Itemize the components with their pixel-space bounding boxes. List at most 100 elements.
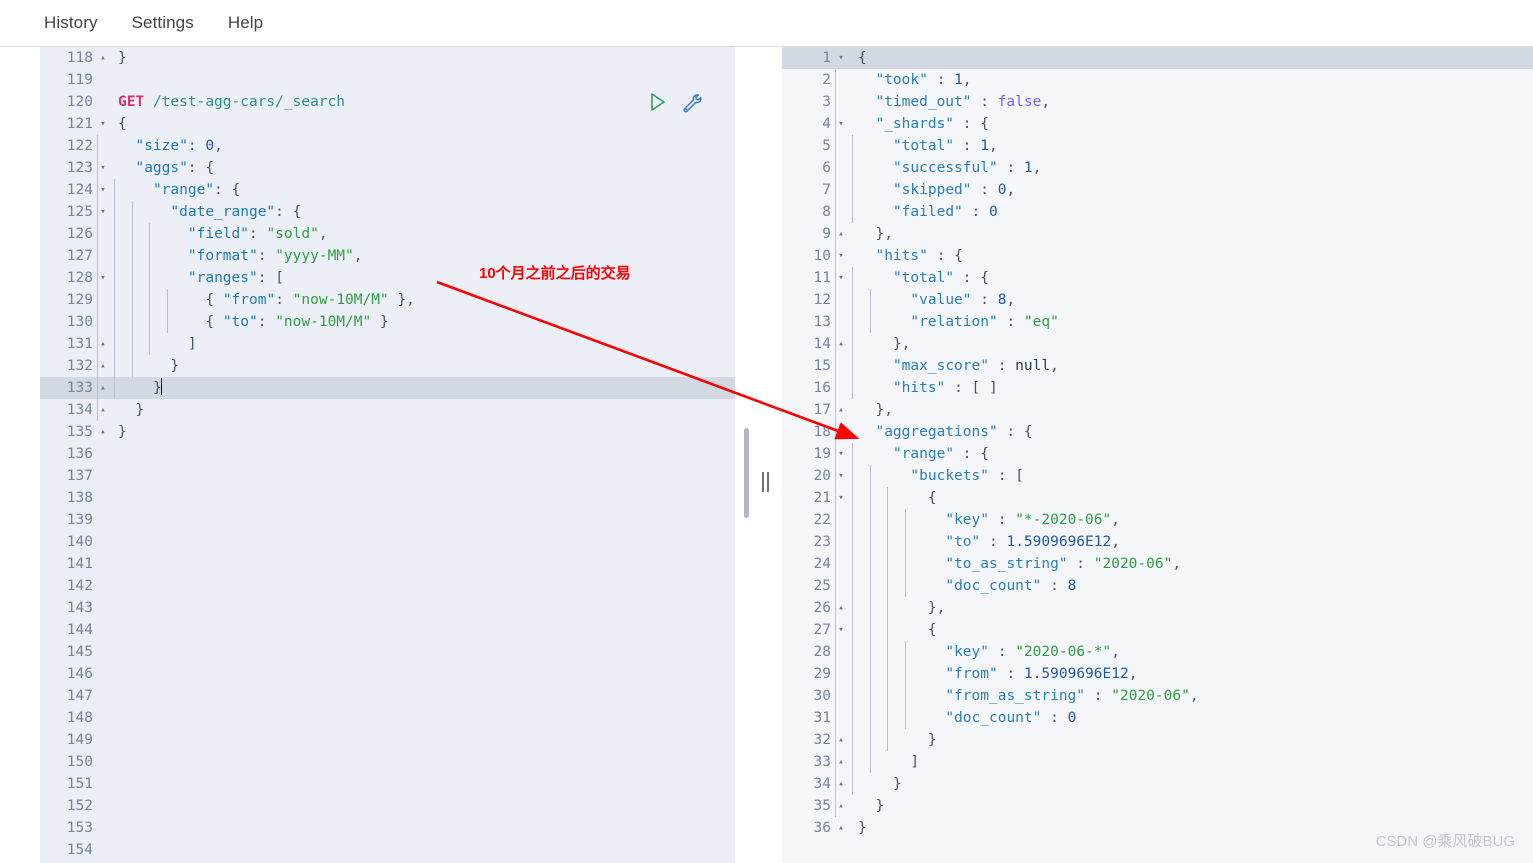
- code-line-text: "value" : 8,: [834, 289, 1533, 311]
- code-line[interactable]: 122 "size": 0,: [40, 135, 735, 157]
- code-line[interactable]: 136: [40, 443, 735, 465]
- code-line[interactable]: 150: [40, 751, 735, 773]
- code-line[interactable]: 120 GET /test-agg-cars/_search: [40, 91, 735, 113]
- code-line[interactable]: 21 ▾ {: [782, 487, 1533, 509]
- line-number: 3: [822, 94, 831, 110]
- code-line[interactable]: 146: [40, 663, 735, 685]
- code-line[interactable]: 145: [40, 641, 735, 663]
- wrench-icon[interactable]: [679, 90, 703, 114]
- code-line[interactable]: 4 ▾ "_shards" : {: [782, 113, 1533, 135]
- code-line[interactable]: 135 ▴}: [40, 421, 735, 443]
- code-line[interactable]: 147: [40, 685, 735, 707]
- code-line[interactable]: 118 ▴}: [40, 47, 735, 69]
- code-line[interactable]: 144: [40, 619, 735, 641]
- request-action-icons: [645, 90, 703, 114]
- code-line[interactable]: 151: [40, 773, 735, 795]
- menu-item-history[interactable]: History: [40, 10, 102, 36]
- code-line[interactable]: 20 ▾ "buckets" : [: [782, 465, 1533, 487]
- code-line[interactable]: 125 ▾ "date_range": {: [40, 201, 735, 223]
- code-line[interactable]: 12 "value" : 8,: [782, 289, 1533, 311]
- code-line[interactable]: 119: [40, 69, 735, 91]
- code-line[interactable]: 5 "total" : 1,: [782, 135, 1533, 157]
- pane-resize-handle[interactable]: [760, 472, 770, 492]
- code-line[interactable]: 10 ▾ "hits" : {: [782, 245, 1533, 267]
- code-line[interactable]: 24 "to_as_string" : "2020-06",: [782, 553, 1533, 575]
- code-line[interactable]: 134 ▴ }: [40, 399, 735, 421]
- code-line[interactable]: 32 ▴ }: [782, 729, 1533, 751]
- line-number: 150: [66, 754, 93, 770]
- code-line[interactable]: 25 "doc_count" : 8: [782, 575, 1533, 597]
- code-line[interactable]: 141: [40, 553, 735, 575]
- code-line[interactable]: 33 ▴ ]: [782, 751, 1533, 773]
- code-line[interactable]: 19 ▾ "range" : {: [782, 443, 1533, 465]
- code-line[interactable]: 35 ▴ }: [782, 795, 1533, 817]
- code-line-text: "hits" : [ ]: [834, 377, 1533, 399]
- code-line[interactable]: 8 "failed" : 0: [782, 201, 1533, 223]
- code-line[interactable]: 7 "skipped" : 0,: [782, 179, 1533, 201]
- code-line[interactable]: 1 ▾ {: [782, 47, 1533, 69]
- line-number: 152: [66, 798, 93, 814]
- request-editor[interactable]: 118 ▴} 119 120 GET /test-agg-cars/_search 121…: [40, 47, 735, 863]
- code-line-text: "ranges": [: [96, 267, 735, 289]
- code-line[interactable]: 15 "max_score" : null,: [782, 355, 1533, 377]
- code-line-text: "total" : {: [834, 267, 1533, 289]
- line-number: 26 ▴: [782, 597, 844, 619]
- code-line[interactable]: 31 "doc_count" : 0: [782, 707, 1533, 729]
- code-line[interactable]: 16 "hits" : [ ]: [782, 377, 1533, 399]
- code-line[interactable]: 148: [40, 707, 735, 729]
- code-line[interactable]: 154: [40, 839, 735, 861]
- code-line[interactable]: 152: [40, 795, 735, 817]
- code-line[interactable]: 28 "key" : "2020-06-*",: [782, 641, 1533, 663]
- code-line[interactable]: 140: [40, 531, 735, 553]
- response-viewer[interactable]: 1 ▾{2 "took" : 1, 3 "timed_out" : false, 4 ▾…: [782, 47, 1533, 863]
- play-icon[interactable]: [645, 90, 669, 114]
- line-number: 9 ▴: [782, 223, 843, 245]
- code-line-text: }: [96, 355, 735, 377]
- code-line[interactable]: 129 { "from": "now-10M/M" },: [40, 289, 735, 311]
- code-line[interactable]: 149: [40, 729, 735, 751]
- code-line[interactable]: 138: [40, 487, 735, 509]
- code-line[interactable]: 131 ▴ ]: [40, 333, 735, 355]
- code-line[interactable]: 3 "timed_out" : false,: [782, 91, 1533, 113]
- code-line[interactable]: 23 "to" : 1.5909696E12,: [782, 531, 1533, 553]
- code-line[interactable]: 124 ▾ "range": {: [40, 179, 735, 201]
- code-line-text: "format": "yyyy-MM",: [96, 245, 735, 267]
- code-line[interactable]: 153: [40, 817, 735, 839]
- code-line[interactable]: 17 ▴ },: [782, 399, 1533, 421]
- code-line-text: }: [96, 399, 735, 421]
- code-line[interactable]: 27 ▾ {: [782, 619, 1533, 641]
- line-number: 27 ▾: [782, 619, 844, 641]
- code-line[interactable]: 11 ▾ "total" : {: [782, 267, 1533, 289]
- code-line[interactable]: 29 "from" : 1.5909696E12,: [782, 663, 1533, 685]
- code-line[interactable]: 34 ▴ }: [782, 773, 1533, 795]
- line-number: 7: [822, 182, 831, 198]
- code-line[interactable]: 13 "relation" : "eq": [782, 311, 1533, 333]
- code-line[interactable]: 18 ▾ "aggregations" : {: [782, 421, 1533, 443]
- code-line[interactable]: 123 ▾ "aggs": {: [40, 157, 735, 179]
- code-line[interactable]: 22 "key" : "*-2020-06",: [782, 509, 1533, 531]
- code-line[interactable]: 137: [40, 465, 735, 487]
- code-line[interactable]: 121 ▾ {: [40, 113, 735, 135]
- code-line[interactable]: 9 ▴ },: [782, 223, 1533, 245]
- code-line[interactable]: 26 ▴ },: [782, 597, 1533, 619]
- menu-item-help[interactable]: Help: [224, 10, 267, 36]
- code-line[interactable]: 6 "successful" : 1,: [782, 157, 1533, 179]
- code-line[interactable]: 139: [40, 509, 735, 531]
- code-line[interactable]: 14 ▴ },: [782, 333, 1533, 355]
- code-line[interactable]: 132 ▴ }: [40, 355, 735, 377]
- menu-item-settings[interactable]: Settings: [128, 10, 198, 36]
- editor-scrollbar-thumb[interactable]: [744, 428, 749, 518]
- code-line[interactable]: 143: [40, 597, 735, 619]
- code-line[interactable]: 30 "from_as_string" : "2020-06",: [782, 685, 1533, 707]
- code-line[interactable]: 142: [40, 575, 735, 597]
- line-number: 140: [66, 534, 93, 550]
- code-line[interactable]: 127 "format": "yyyy-MM",: [40, 245, 735, 267]
- code-line[interactable]: 130 { "to": "now-10M/M" }: [40, 311, 735, 333]
- code-line[interactable]: 133 ▴ }: [40, 377, 735, 399]
- code-line[interactable]: 2 "took" : 1,: [782, 69, 1533, 91]
- code-line[interactable]: 126 "field": "sold",: [40, 223, 735, 245]
